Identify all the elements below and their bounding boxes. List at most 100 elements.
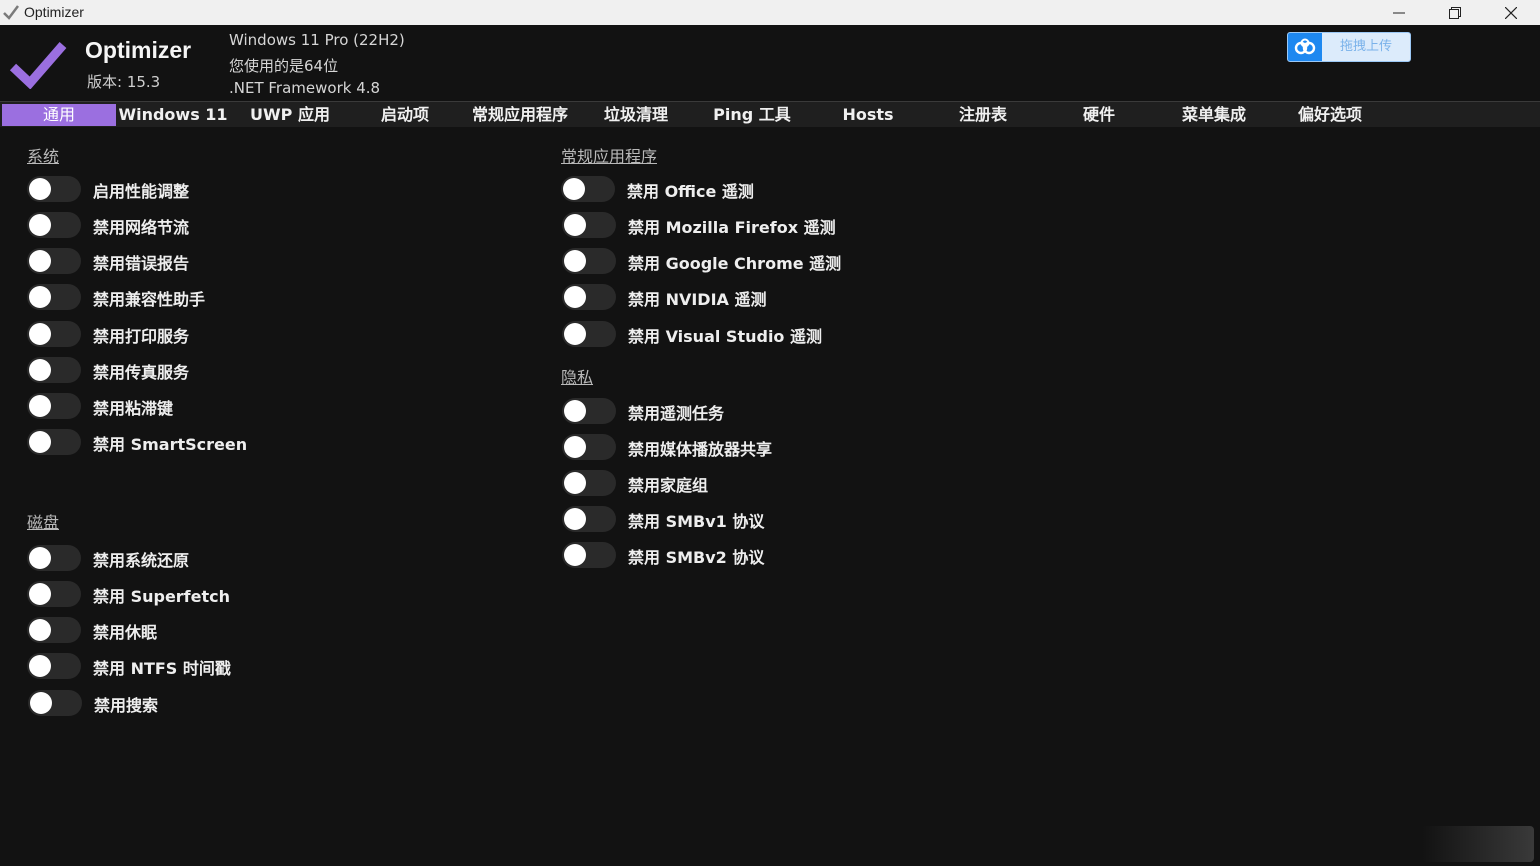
version-label: 版本: 15.3 xyxy=(87,71,160,92)
toggle-switch[interactable] xyxy=(562,284,616,310)
toggle-switch[interactable] xyxy=(562,470,616,496)
toggle-knob xyxy=(564,508,586,530)
toggle-switch[interactable] xyxy=(562,321,616,347)
option-label: 禁用系统还原 xyxy=(93,547,189,571)
restore-icon xyxy=(1449,7,1461,19)
toggle-switch[interactable] xyxy=(27,429,81,455)
toggle-switch[interactable] xyxy=(561,176,615,202)
toggle-switch[interactable] xyxy=(562,248,616,274)
tab-ping-tool[interactable]: Ping 工具 xyxy=(695,104,809,126)
drag-upload-button[interactable]: 拖拽上传 xyxy=(1287,32,1411,62)
toggle-switch[interactable] xyxy=(27,581,81,607)
net-framework-info: .NET Framework 4.8 xyxy=(229,79,380,97)
toggle-knob xyxy=(564,436,586,458)
tab-bar: 通用 Windows 11 UWP 应用 启动项 常规应用程序 垃圾清理 Pin… xyxy=(0,101,1540,127)
toggle-switch[interactable] xyxy=(27,212,81,238)
watermark-overlay xyxy=(1422,826,1534,862)
toggle-switch[interactable] xyxy=(27,545,81,571)
app-check-icon xyxy=(2,4,20,20)
general-tab-panel: 系统 启用性能调整 禁用网络节流 禁用错误报告 禁用兼容性助手 禁用打印服务 禁… xyxy=(0,127,1540,866)
tab-windows11[interactable]: Windows 11 xyxy=(116,104,230,126)
option-label: 禁用 Superfetch xyxy=(93,583,230,607)
tab-preferences[interactable]: 偏好选项 xyxy=(1273,104,1387,126)
option-label: 禁用 SmartScreen xyxy=(93,431,247,455)
toggle-switch[interactable] xyxy=(562,398,616,424)
section-title-disk: 磁盘 xyxy=(27,509,59,533)
app-header: Optimizer 版本: 15.3 Windows 11 Pro (22H2)… xyxy=(0,25,1540,101)
section-title-privacy: 隐私 xyxy=(561,364,593,388)
tab-menu-integration[interactable]: 菜单集成 xyxy=(1157,104,1271,126)
option-label: 禁用 Visual Studio 遥测 xyxy=(628,323,822,347)
option-label: 禁用休眠 xyxy=(93,619,157,643)
option-label: 禁用 Mozilla Firefox 遥测 xyxy=(628,214,836,238)
toggle-knob xyxy=(564,214,586,236)
optimizer-logo-icon xyxy=(8,39,68,89)
tab-hardware[interactable]: 硬件 xyxy=(1042,104,1156,126)
toggle-knob xyxy=(29,286,51,308)
toggle-knob xyxy=(564,400,586,422)
toggle-knob xyxy=(30,692,52,714)
option-label: 禁用 NVIDIA 遥测 xyxy=(628,286,767,310)
minimize-icon xyxy=(1393,7,1405,19)
option-label: 禁用 SMBv1 协议 xyxy=(628,508,764,532)
baidu-cloud-icon xyxy=(1288,33,1322,61)
toggle-knob xyxy=(29,359,51,381)
toggle-switch[interactable] xyxy=(27,393,81,419)
toggle-switch[interactable] xyxy=(27,617,81,643)
upload-button-label: 拖拽上传 xyxy=(1322,33,1410,61)
toggle-knob xyxy=(564,286,586,308)
tab-common-apps[interactable]: 常规应用程序 xyxy=(463,104,577,126)
toggle-knob xyxy=(564,544,586,566)
option-label: 禁用 Google Chrome 遥测 xyxy=(628,250,841,274)
window-title: Optimizer xyxy=(24,4,84,20)
toggle-switch[interactable] xyxy=(28,690,82,716)
restore-button[interactable] xyxy=(1427,0,1483,25)
option-label: 禁用媒体播放器共享 xyxy=(628,436,772,460)
toggle-knob xyxy=(564,323,586,345)
toggle-knob xyxy=(29,583,51,605)
toggle-switch[interactable] xyxy=(562,212,616,238)
toggle-switch[interactable] xyxy=(27,284,81,310)
toggle-knob xyxy=(564,250,586,272)
toggle-switch[interactable] xyxy=(562,542,616,568)
section-title-system: 系统 xyxy=(27,143,59,167)
toggle-knob xyxy=(29,178,51,200)
option-label: 禁用 Office 遥测 xyxy=(627,178,754,202)
option-label: 禁用错误报告 xyxy=(93,250,189,274)
minimize-button[interactable] xyxy=(1371,0,1427,25)
bitness-info: 您使用的是64位 xyxy=(229,55,338,76)
option-label: 禁用 NTFS 时间戳 xyxy=(93,655,231,679)
toggle-switch[interactable] xyxy=(562,434,616,460)
toggle-switch[interactable] xyxy=(27,176,81,202)
tab-general[interactable]: 通用 xyxy=(2,104,116,126)
toggle-knob xyxy=(29,655,51,677)
option-label: 禁用网络节流 xyxy=(93,214,189,238)
option-label: 禁用打印服务 xyxy=(93,323,189,347)
close-button[interactable] xyxy=(1483,0,1539,25)
option-label: 禁用家庭组 xyxy=(628,472,708,496)
os-info: Windows 11 Pro (22H2) xyxy=(229,31,405,49)
option-label: 禁用传真服务 xyxy=(93,359,189,383)
app-name: Optimizer xyxy=(85,37,191,64)
toggle-knob xyxy=(29,431,51,453)
toggle-knob xyxy=(29,250,51,272)
toggle-switch[interactable] xyxy=(27,653,81,679)
toggle-switch[interactable] xyxy=(27,357,81,383)
option-label: 启用性能调整 xyxy=(93,178,189,202)
toggle-switch[interactable] xyxy=(27,248,81,274)
tab-cleanup[interactable]: 垃圾清理 xyxy=(579,104,693,126)
close-icon xyxy=(1505,7,1517,19)
toggle-knob xyxy=(29,619,51,641)
option-label: 禁用兼容性助手 xyxy=(93,286,205,310)
tab-hosts[interactable]: Hosts xyxy=(811,104,925,126)
toggle-knob xyxy=(564,472,586,494)
tab-uwp-apps[interactable]: UWP 应用 xyxy=(233,104,347,126)
tab-startup[interactable]: 启动项 xyxy=(348,104,462,126)
section-title-common-apps: 常规应用程序 xyxy=(561,143,657,167)
toggle-switch[interactable] xyxy=(27,321,81,347)
toggle-switch[interactable] xyxy=(562,506,616,532)
toggle-knob xyxy=(29,323,51,345)
tab-registry[interactable]: 注册表 xyxy=(926,104,1040,126)
option-label: 禁用 SMBv2 协议 xyxy=(628,544,764,568)
toggle-knob xyxy=(563,178,585,200)
